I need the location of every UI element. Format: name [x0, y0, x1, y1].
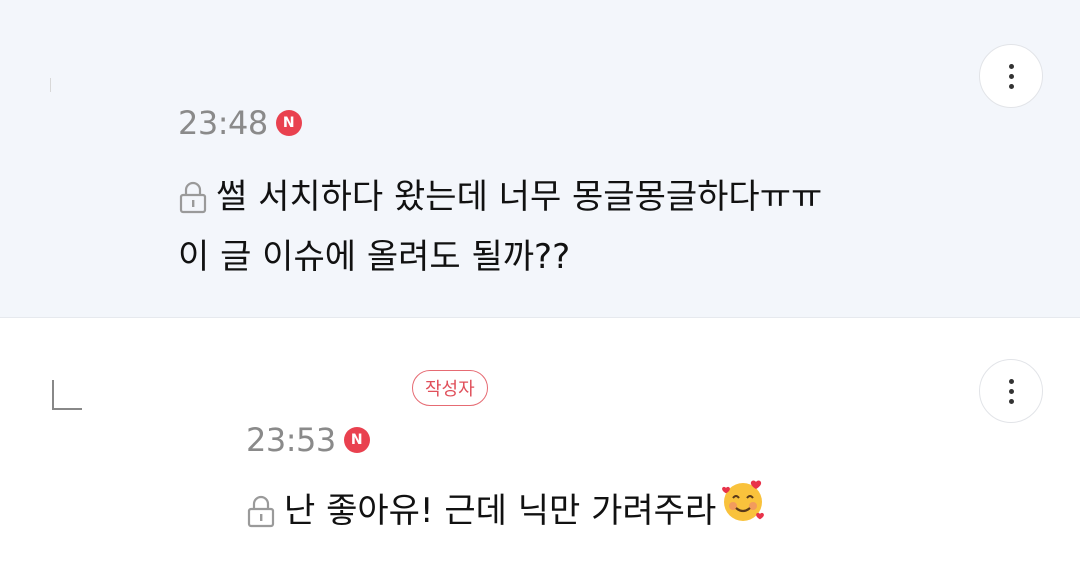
lock-icon — [246, 494, 276, 528]
more-options-button[interactable] — [979, 359, 1043, 423]
new-badge: N — [343, 427, 370, 453]
comment-text-line: 썰 서치하다 왔는데 너무 몽글몽글하다ㅠㅠ — [216, 177, 823, 217]
avatar-placeholder — [50, 78, 51, 92]
comment-text-line: 난 좋아유! 근데 닉만 가려주라 — [284, 490, 717, 531]
reply-corner-icon — [52, 380, 82, 410]
comment-time: 23:48 — [178, 104, 268, 142]
comment-meta: 23:48 N — [178, 104, 302, 142]
lock-icon — [178, 180, 208, 214]
comment-body: 썰 서치하다 왔는데 너무 몽글몽글하다ㅠㅠ 이 글 이슈에 올려도 될까?? — [178, 167, 822, 287]
more-options-button[interactable] — [979, 44, 1043, 108]
comment-meta: 23:53 N — [246, 421, 370, 459]
reply-body: 난 좋아유! 근데 닉만 가려주라 — [246, 478, 766, 543]
smiling-face-with-hearts-icon — [720, 478, 766, 543]
comment-item: 23:48 N 썰 서치하다 왔는데 너무 몽글몽글하다ㅠㅠ 이 글 이슈에 올… — [0, 0, 1080, 318]
more-vertical-icon — [1008, 63, 1014, 69]
comment-time: 23:53 — [246, 421, 336, 459]
author-badge: 작성자 — [412, 370, 488, 406]
more-vertical-icon — [1008, 378, 1014, 384]
new-badge: N — [275, 110, 302, 136]
comment-text-line: 이 글 이슈에 올려도 될까?? — [178, 237, 571, 277]
